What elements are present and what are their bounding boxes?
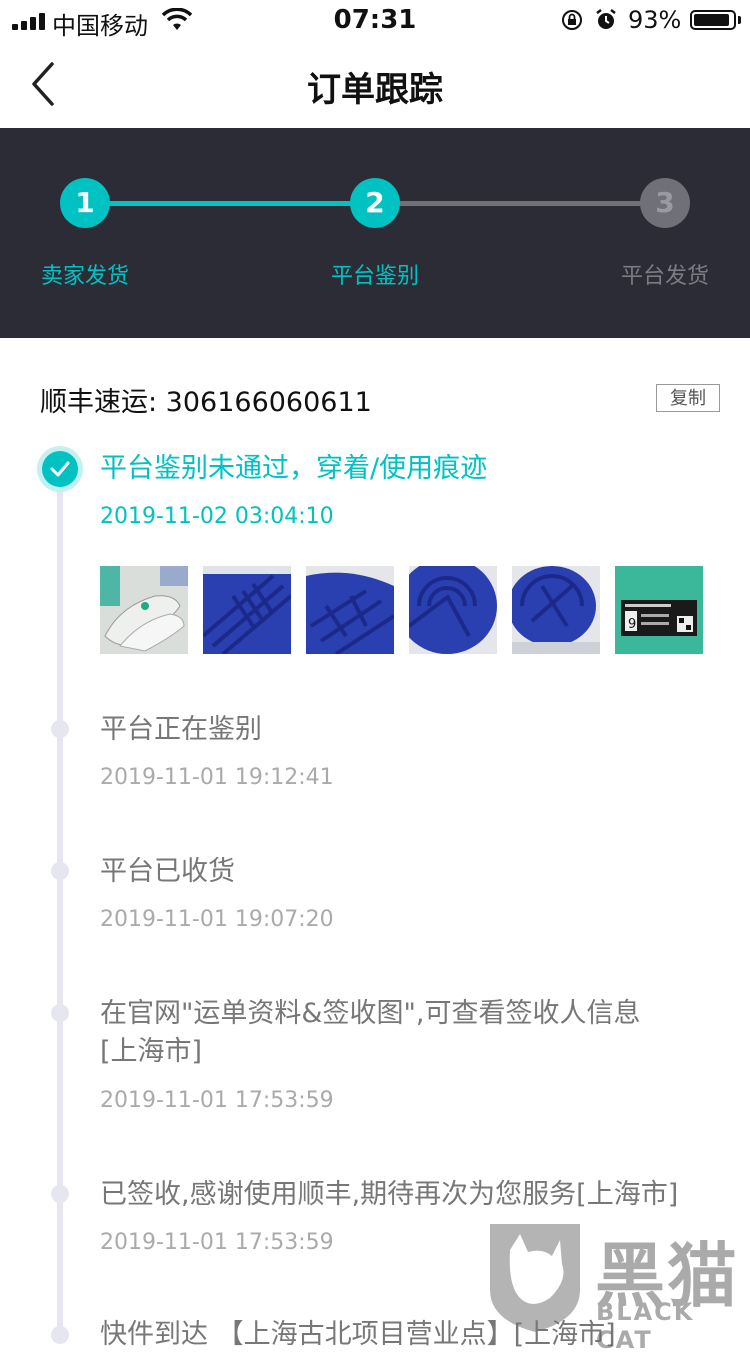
- event-5-text: 已签收,感谢使用顺丰,期待再次为您服务[上海市]: [100, 1179, 679, 1210]
- event-2-text: 平台正在鉴别: [100, 714, 262, 745]
- photo-thumbnail-2[interactable]: [203, 566, 291, 654]
- step-3-circle: 3: [640, 178, 690, 228]
- event-5-time: 2019-11-01 17:53:59: [100, 1230, 334, 1255]
- evidence-photos: 9: [100, 566, 703, 654]
- step-2-circle: 2: [350, 178, 400, 228]
- event-3-time: 2019-11-01 19:07:20: [100, 907, 334, 932]
- photo-thumbnail-6[interactable]: 9: [615, 566, 703, 654]
- photo-thumbnail-1[interactable]: [100, 566, 188, 654]
- watermark-en: BLACK CAT: [596, 1298, 695, 1354]
- battery-level: [694, 14, 729, 26]
- event-1-time: 2019-11-02 03:04:10: [100, 504, 334, 529]
- nav-bar: 订单跟踪: [0, 40, 750, 128]
- box-size-label: 9: [628, 617, 636, 632]
- rotation-lock-icon: [562, 10, 582, 30]
- timeline-line: [57, 480, 63, 1340]
- progress-track-pending: [375, 201, 665, 206]
- check-icon: [42, 451, 78, 487]
- watermark: 黑猫 BLACK CAT: [480, 1220, 750, 1354]
- step-1-circle: 1: [60, 178, 110, 228]
- page-title: 订单跟踪: [307, 70, 443, 110]
- photo-thumbnail-4[interactable]: [409, 566, 497, 654]
- event-4-text: 在官网"运单资料&签收图",可查看签收人信息[上海市]: [100, 998, 641, 1067]
- step-2-label: 平台鉴别: [330, 264, 419, 289]
- photo-thumbnail-3[interactable]: [306, 566, 394, 654]
- event-3-text: 平台已收货: [100, 856, 235, 887]
- tracking-number: 顺丰速运: 306166060611: [40, 387, 372, 418]
- status-bar: 中国移动 07:31 93%: [0, 0, 750, 40]
- step-3-label: 平台发货: [620, 264, 709, 289]
- timeline-dot: [51, 1185, 69, 1203]
- battery-percent: 93%: [628, 6, 682, 34]
- timeline-dot: [51, 720, 69, 738]
- alarm-icon: [596, 9, 616, 29]
- event-4-time: 2019-11-01 17:53:59: [100, 1088, 334, 1113]
- timeline-dot: [51, 862, 69, 880]
- photo-thumbnail-5[interactable]: [512, 566, 600, 654]
- cat-logo-icon: [490, 1224, 580, 1332]
- event-2-time: 2019-11-01 19:12:41: [100, 765, 334, 790]
- timeline-dot: [51, 1004, 69, 1022]
- battery-tip: [738, 16, 741, 24]
- order-progress: 1 2 3 卖家发货 平台鉴别 平台发货: [0, 128, 750, 338]
- progress-track-done: [85, 201, 375, 206]
- copy-button[interactable]: 复制: [656, 384, 720, 412]
- battery-icon: [690, 10, 736, 30]
- step-1-label: 卖家发货: [40, 264, 129, 289]
- event-1-text: 平台鉴别未通过，穿着/使用痕迹: [100, 453, 488, 484]
- timeline-dot: [51, 1326, 69, 1344]
